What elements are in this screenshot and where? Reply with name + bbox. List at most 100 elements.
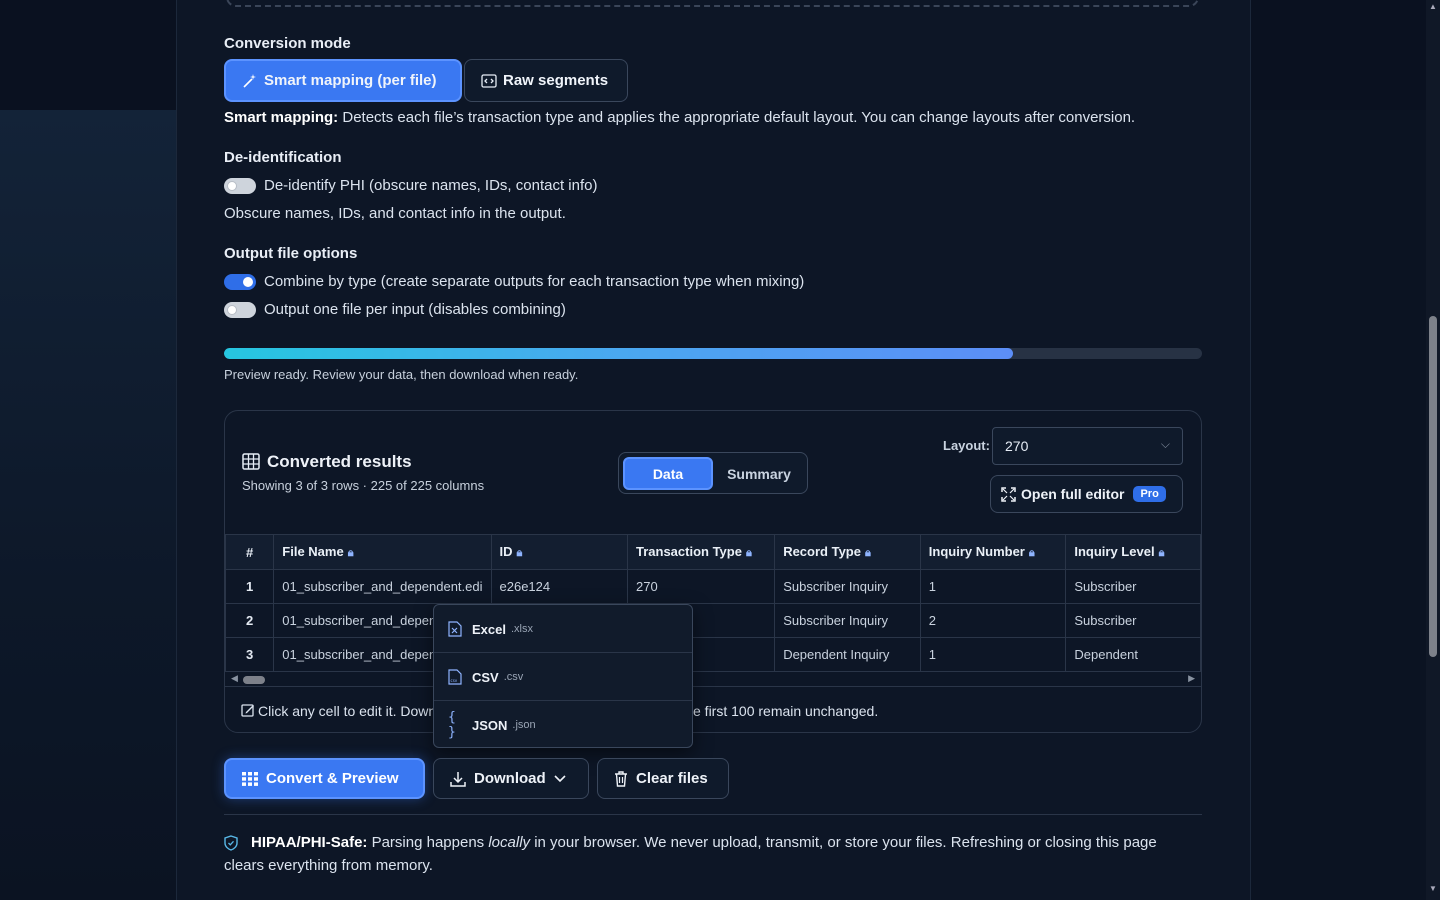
one-file-per-input-toggle[interactable] bbox=[224, 302, 256, 318]
json-option-name: JSON bbox=[472, 717, 508, 733]
excel-option-name: Excel bbox=[472, 621, 506, 637]
expand-icon bbox=[1001, 486, 1016, 502]
conversion-mode-group: Smart mapping (per file) Raw segments bbox=[224, 59, 628, 102]
clear-files-button[interactable]: Clear files bbox=[597, 758, 729, 799]
progress-bar bbox=[224, 348, 1202, 359]
table-scrollbar-thumb[interactable] bbox=[243, 676, 265, 684]
download-csv-option[interactable]: csv CSV .csv bbox=[434, 653, 692, 701]
csv-option-name: CSV bbox=[472, 669, 499, 685]
lock-icon: 🔒︎ bbox=[347, 547, 354, 559]
results-title: Converted results bbox=[267, 452, 412, 471]
conversion-mode-title: Conversion mode bbox=[224, 35, 351, 52]
results-subtitle: Showing 3 of 3 rows · 225 of 225 columns bbox=[242, 478, 485, 493]
edit-icon bbox=[241, 704, 254, 717]
mode-description-bold: Smart mapping: bbox=[224, 109, 339, 126]
progress-fill bbox=[224, 348, 1014, 359]
layout-select[interactable]: 270 ⌵ bbox=[992, 427, 1183, 465]
grid-icon bbox=[242, 771, 258, 786]
table-cell[interactable]: Subscriber Inquiry bbox=[774, 569, 921, 604]
combine-by-type-toggle[interactable] bbox=[224, 274, 256, 290]
chevron-down-icon bbox=[554, 774, 566, 782]
json-braces-icon: { } bbox=[448, 710, 456, 740]
clear-files-label: Clear files bbox=[636, 770, 708, 787]
deidentify-toggle[interactable] bbox=[224, 178, 256, 194]
pro-badge: Pro bbox=[1133, 486, 1166, 502]
hipaa-notice: HIPAA/PHI-Safe: Parsing happens locally … bbox=[251, 834, 1157, 851]
open-full-editor-button[interactable]: Open full editor Pro bbox=[990, 475, 1183, 513]
results-table: # File Name 🔒︎ ID 🔒︎ Transaction Type 🔒︎ Re… bbox=[225, 534, 1201, 672]
table-cell[interactable]: Dependent bbox=[1065, 637, 1201, 672]
json-option-ext: .json bbox=[512, 719, 536, 731]
tab-data[interactable]: Data bbox=[623, 457, 713, 490]
lock-icon: 🔒︎ bbox=[1028, 547, 1035, 559]
scroll-right-arrow-icon[interactable]: ▶ bbox=[1188, 673, 1195, 684]
table-cell[interactable]: 1 bbox=[919, 637, 1067, 672]
column-header-file-name[interactable]: File Name 🔒︎ bbox=[273, 534, 492, 570]
column-header-record-type[interactable]: Record Type 🔒︎ bbox=[774, 534, 921, 570]
hipaa-notice-text-after: in your browser. We never upload, transm… bbox=[534, 834, 1157, 851]
deidentify-help: Obscure names, IDs, and contact info in … bbox=[224, 205, 566, 222]
layout-value: 270 bbox=[1005, 438, 1029, 454]
smart-mapping-button[interactable]: Smart mapping (per file) bbox=[224, 59, 462, 102]
progress-status: Preview ready. Review your data, then do… bbox=[224, 367, 579, 382]
raw-segments-button[interactable]: Raw segments bbox=[464, 59, 628, 102]
table-cell[interactable]: e26e124 bbox=[490, 569, 628, 604]
download-excel-option[interactable]: Excel .xlsx bbox=[434, 605, 692, 653]
table-cell: 2 bbox=[225, 603, 275, 638]
layout-label: Layout: bbox=[943, 438, 990, 453]
open-full-editor-label: Open full editor bbox=[1021, 486, 1125, 502]
table-row: 1 01_subscriber_and_dependent.edi e26e12… bbox=[225, 569, 1201, 604]
table-header-row: # File Name 🔒︎ ID 🔒︎ Transaction Type 🔒︎ Re… bbox=[225, 534, 1201, 570]
csv-file-icon: csv bbox=[448, 669, 462, 685]
table-footer-hint-right: e first 100 remain unchanged. bbox=[693, 703, 879, 719]
table-horizontal-scrollbar[interactable]: ◀ ▶ bbox=[225, 672, 1201, 687]
column-header-id[interactable]: ID 🔒︎ bbox=[490, 534, 628, 570]
table-cell[interactable]: Dependent Inquiry bbox=[774, 637, 921, 672]
download-json-option[interactable]: { } JSON .json bbox=[434, 701, 692, 747]
table-cell[interactable]: Subscriber bbox=[1065, 569, 1201, 604]
scroll-left-arrow-icon[interactable]: ◀ bbox=[231, 673, 238, 684]
table-cell: 3 bbox=[225, 637, 275, 672]
lock-icon: 🔒︎ bbox=[745, 547, 752, 559]
svg-text:csv: csv bbox=[451, 678, 458, 683]
file-dropzone[interactable] bbox=[226, 0, 1199, 7]
convert-preview-label: Convert & Preview bbox=[266, 770, 399, 787]
table-cell[interactable]: 2 bbox=[919, 603, 1067, 638]
table-cell[interactable]: Subscriber Inquiry bbox=[774, 603, 921, 638]
code-icon bbox=[481, 73, 497, 88]
deidentify-label: De-identify PHI (obscure names, IDs, con… bbox=[264, 177, 598, 194]
table-cell[interactable]: 1 bbox=[919, 569, 1067, 604]
section-divider bbox=[224, 814, 1202, 815]
table-footer-hint-left: Click any cell to edit it. Down bbox=[258, 703, 437, 719]
view-toggle-group: Data Summary bbox=[618, 452, 808, 494]
output-options-title: Output file options bbox=[224, 245, 358, 262]
table-cell[interactable]: 270 bbox=[626, 569, 776, 604]
column-header-index: # bbox=[225, 534, 275, 570]
column-header-inquiry-level[interactable]: Inquiry Level 🔒︎ bbox=[1065, 534, 1201, 570]
download-label: Download bbox=[474, 770, 546, 787]
raw-segments-label: Raw segments bbox=[503, 72, 609, 89]
column-header-transaction-type[interactable]: Transaction Type 🔒︎ bbox=[626, 534, 776, 570]
deidentification-title: De-identification bbox=[224, 149, 342, 166]
scrollbar-thumb[interactable] bbox=[1429, 316, 1437, 657]
download-button[interactable]: Download bbox=[433, 758, 589, 799]
table-row: 2 01_subscriber_and_dependent.edi Subscr… bbox=[225, 603, 1201, 638]
excel-option-ext: .xlsx bbox=[510, 623, 533, 635]
excel-file-icon bbox=[448, 621, 462, 637]
convert-preview-button[interactable]: Convert & Preview bbox=[224, 758, 425, 799]
table-cell[interactable]: 01_subscriber_and_dependent.edi bbox=[273, 569, 492, 604]
one-file-per-input-label: Output one file per input (disables comb… bbox=[264, 301, 566, 318]
column-header-inquiry-number[interactable]: Inquiry Number 🔒︎ bbox=[919, 534, 1067, 570]
trash-icon bbox=[615, 770, 627, 787]
table-cell[interactable]: Subscriber bbox=[1065, 603, 1201, 638]
mode-description: Smart mapping: Detects each file’s trans… bbox=[224, 109, 1135, 126]
download-format-menu: Excel .xlsx csv CSV .csv { } JSON .json bbox=[433, 604, 693, 748]
tab-summary[interactable]: Summary bbox=[715, 457, 803, 490]
scroll-down-arrow-icon[interactable]: ▼ bbox=[1429, 884, 1437, 893]
magic-wand-icon bbox=[243, 73, 256, 88]
lock-icon: 🔒︎ bbox=[1158, 547, 1165, 559]
page-scrollbar[interactable]: ▲ ▼ bbox=[1426, 0, 1440, 900]
lock-icon: 🔒︎ bbox=[864, 547, 871, 559]
scroll-up-arrow-icon[interactable]: ▲ bbox=[1429, 2, 1437, 11]
table-icon bbox=[242, 453, 260, 470]
